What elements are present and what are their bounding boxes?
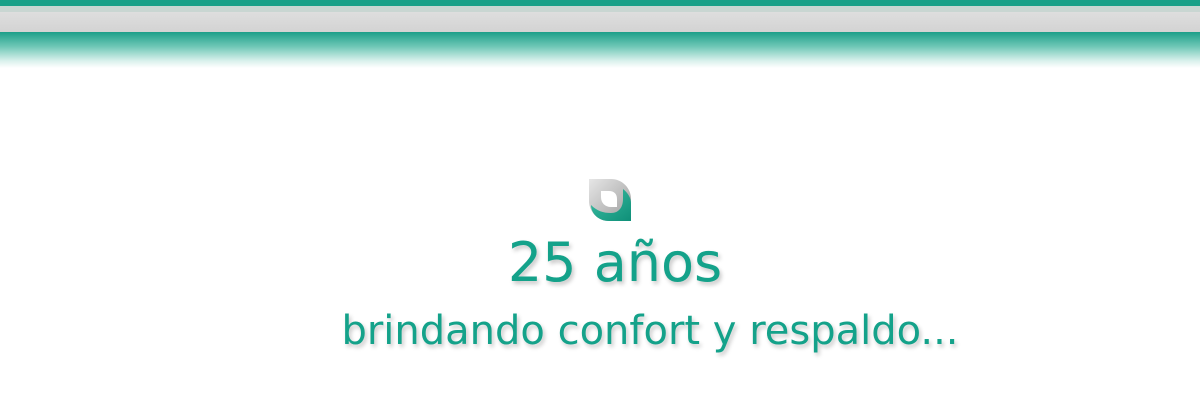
top-light-band [0,12,1200,32]
leaf-icon [589,179,631,221]
headline: 25 años [507,231,723,294]
banner: 25 años brindando confort y respaldo... [0,0,1200,400]
top-gradient-band [0,32,1200,68]
tagline: brindando confort y respaldo... [341,308,959,354]
